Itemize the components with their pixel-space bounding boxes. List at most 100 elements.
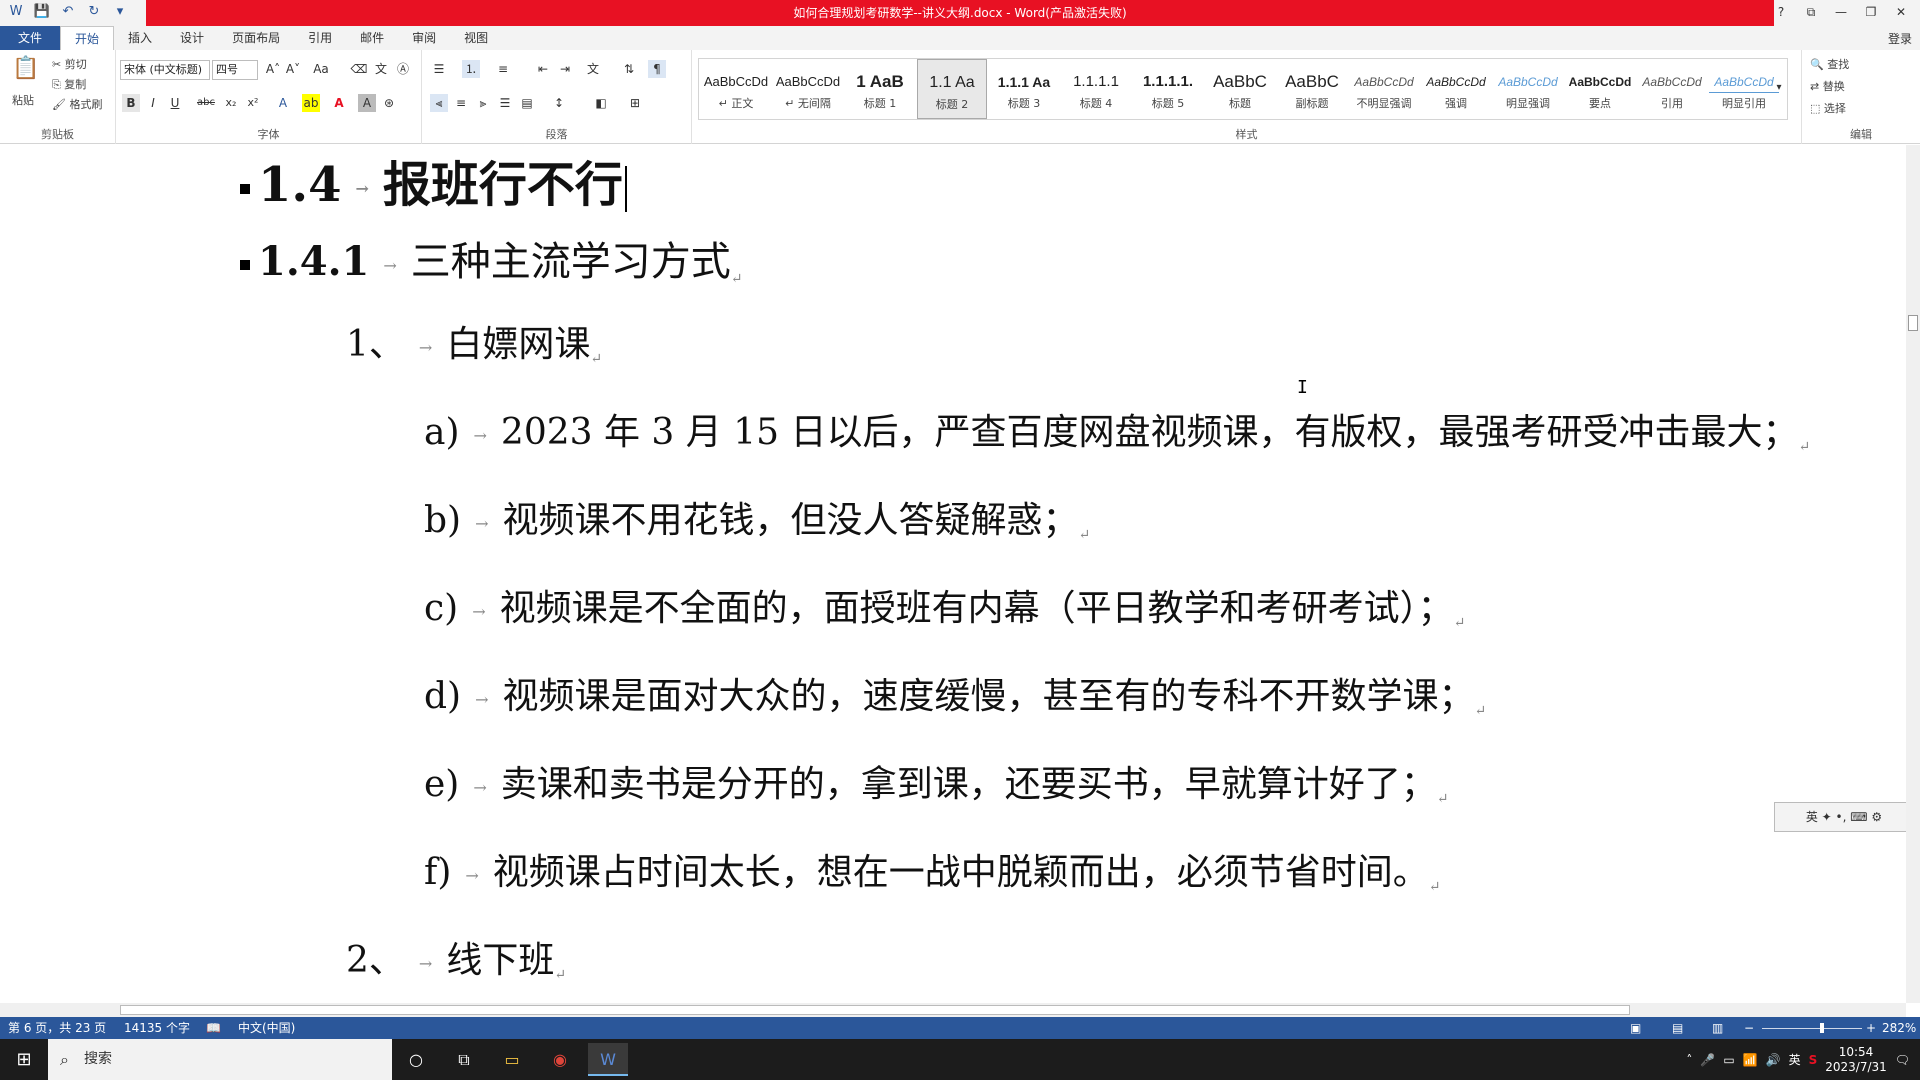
battery-icon[interactable]: ▭ [1723,1053,1734,1067]
vertical-scrollbar[interactable] [1906,145,1920,1003]
char-shading-icon[interactable]: A [358,94,376,112]
style-strong[interactable]: AaBbCcDd 要点 [1565,59,1635,119]
zoom-slider-thumb[interactable] [1820,1023,1824,1033]
tab-home[interactable]: 开始 [60,26,115,50]
tab-references[interactable]: 引用 [294,26,346,50]
tray-overflow-icon[interactable]: ˄ [1686,1053,1692,1067]
restore-button[interactable]: ❐ [1858,0,1884,24]
phonetic-guide-icon[interactable]: 文 [372,60,390,78]
multilevel-list-icon[interactable]: ≡ [494,60,512,78]
chrome-icon[interactable]: ◉ [540,1043,580,1076]
tab-view[interactable]: 视图 [450,26,502,50]
char-border-icon[interactable]: Ⓐ [394,60,412,78]
strikethrough-button[interactable]: abc [194,94,218,112]
taskbar-search[interactable]: ⌕ 搜索 [48,1039,392,1080]
superscript-button[interactable]: x² [244,94,262,112]
read-mode-icon[interactable]: ▣ [1630,1017,1641,1039]
paste-button[interactable]: 粘贴 [12,92,34,108]
align-right-icon[interactable]: ⫸ [474,94,492,112]
distributed-icon[interactable]: ▤ [518,94,536,112]
ribbon-display-icon[interactable]: ⧉ [1798,0,1824,24]
replace-button[interactable]: ⇄ 替换 [1810,78,1845,94]
notifications-icon[interactable]: 🗨 [1895,1053,1910,1067]
help-icon[interactable]: ? [1768,0,1794,24]
windows-start-icon[interactable]: ⊞ [0,1039,48,1080]
sort-icon[interactable]: ⇅ [620,60,638,78]
document-area[interactable]: 1.4 → 报班行不行 1.4.1 → 三种主流学习方式↵ 1、 → 白嫖网课↵ a) → 20… [0,145,1906,1003]
cortana-icon[interactable]: ○ [396,1043,436,1076]
copy-button[interactable]: ⎘ 复制 [52,76,86,92]
language[interactable]: 中文(中国) [238,1017,295,1039]
styles-more-icon[interactable]: ▾ [1773,79,1785,97]
chinese-layout-icon[interactable]: 文 [584,60,602,78]
close-button[interactable]: ✕ [1888,0,1914,24]
login-link[interactable]: 登录 [1888,30,1912,47]
align-left-icon[interactable]: ⫷ [430,94,448,112]
text-effects-icon[interactable]: A [274,94,292,112]
justify-icon[interactable]: ☰ [496,94,514,112]
numbering-icon[interactable]: ⒈ [462,60,480,78]
font-color-icon[interactable]: A [330,94,348,112]
cut-button[interactable]: ✂ 剪切 [52,56,87,72]
ime-language[interactable]: 英 [1789,1051,1801,1068]
tab-file[interactable]: 文件 [0,26,61,50]
microphone-icon[interactable]: 🎤 [1700,1053,1715,1067]
style-quote[interactable]: AaBbCcDd 引用 [1637,59,1707,119]
style-heading-3[interactable]: 1.1.1 Aa 标题 3 [989,59,1059,119]
zoom-in-icon[interactable]: + [1866,1017,1876,1039]
decrease-indent-icon[interactable]: ⇤ [534,60,552,78]
tab-insert[interactable]: 插入 [114,26,166,50]
style-subtle-emphasis[interactable]: AaBbCcDd 不明显强调 [1349,59,1419,119]
underline-button[interactable]: U [166,94,184,112]
align-center-icon[interactable]: ≡ [452,94,470,112]
web-layout-icon[interactable]: ▥ [1712,1017,1723,1039]
style-title[interactable]: AaBbC 标题 [1205,59,1275,119]
redo-icon[interactable]: ↻ [84,2,104,22]
style-heading-4[interactable]: 1.1.1.1 标题 4 [1061,59,1131,119]
tab-mailings[interactable]: 邮件 [346,26,398,50]
page-count[interactable]: 第 6 页，共 23 页 [8,1017,106,1039]
horizontal-scrollbar[interactable] [0,1003,1906,1017]
volume-icon[interactable]: 🔊 [1766,1053,1781,1067]
minimize-button[interactable]: — [1828,0,1854,24]
line-spacing-icon[interactable]: ↕ [550,94,568,112]
style-heading-2[interactable]: 1.1 Aa 标题 2 [917,59,987,119]
bold-button[interactable]: B [122,94,140,112]
style-subtitle[interactable]: AaBbC 副标题 [1277,59,1347,119]
undo-icon[interactable]: ↶ [58,2,78,22]
zoom-out-icon[interactable]: − [1744,1017,1754,1039]
ime-toolbar[interactable]: 英 ✦ •, ⌨ ⚙ [1774,802,1914,832]
borders-icon[interactable]: ⊞ [626,94,644,112]
horizontal-scroll-thumb[interactable] [120,1005,1630,1015]
shading-icon[interactable]: ◧ [592,94,610,112]
grow-font-icon[interactable]: A˄ [264,60,282,78]
file-explorer-icon[interactable]: ▭ [492,1043,532,1076]
font-size-combo[interactable]: 四号 [212,60,258,80]
task-view-icon[interactable]: ⧉ [444,1043,484,1076]
font-name-combo[interactable]: 宋体 (中文标题) [120,60,210,80]
style-intense-quote[interactable]: AaBbCcDd 明显引用 [1709,59,1779,119]
tab-review[interactable]: 审阅 [398,26,450,50]
shrink-font-icon[interactable]: A˅ [284,60,302,78]
clear-format-icon[interactable]: ⌫ [350,60,368,78]
style-normal[interactable]: AaBbCcDd ↵ 正文 [701,59,771,119]
italic-button[interactable]: I [144,94,162,112]
show-marks-icon[interactable]: ¶ [648,60,666,78]
style-emphasis[interactable]: AaBbCcDd 强调 [1421,59,1491,119]
subscript-button[interactable]: x₂ [222,94,240,112]
paste-icon[interactable]: 📋 [12,58,39,90]
save-icon[interactable]: 💾 [32,2,52,22]
style-no-spacing[interactable]: AaBbCcDd ↵ 无间隔 [773,59,843,119]
sogou-ime-icon[interactable]: S [1809,1053,1818,1067]
increase-indent-icon[interactable]: ⇥ [556,60,574,78]
find-button[interactable]: 🔍 查找 [1810,56,1849,72]
tab-design[interactable]: 设计 [166,26,218,50]
print-layout-icon[interactable]: ▤ [1672,1017,1683,1039]
word-taskbar-icon[interactable]: W [588,1043,628,1076]
style-intense-emphasis[interactable]: AaBbCcDd 明显强调 [1493,59,1563,119]
zoom-level[interactable]: 282% [1882,1017,1916,1039]
clock[interactable]: 10:54 2023/7/31 [1825,1045,1887,1075]
style-heading-1[interactable]: 1 AaB 标题 1 [845,59,915,119]
change-case-icon[interactable]: Aa [312,60,330,78]
enclose-char-icon[interactable]: ⊛ [380,94,398,112]
